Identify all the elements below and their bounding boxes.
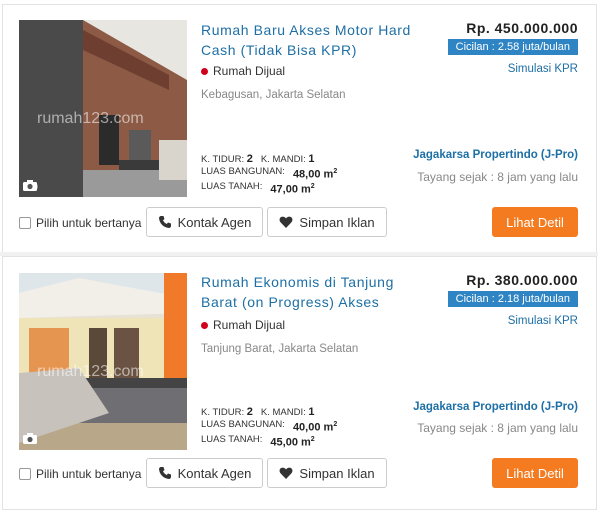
contact-agent-label: Kontak Agen xyxy=(177,214,252,230)
save-listing-label: Simpan Iklan xyxy=(299,214,375,230)
contact-agent-label: Kontak Agen xyxy=(177,465,252,481)
listing-price: Rp. 380.000.000 xyxy=(466,272,578,288)
posted-since: Tayang sejak : 8 jam yang lalu xyxy=(417,170,578,184)
watermark-text: rumah123.com xyxy=(37,110,144,127)
ask-checkbox[interactable]: Pilih untuk bertanya xyxy=(19,467,141,481)
listing-card: rumah123.com 10 Rumah Baru Akses Motor H… xyxy=(2,4,597,253)
posted-since: Tayang sejak : 8 jam yang lalu xyxy=(417,421,578,435)
installment-badge: Cicilan : 2.58 juta/bulan xyxy=(447,39,578,55)
view-detail-button[interactable]: Lihat Detil xyxy=(492,458,578,488)
watermark-text: rumah123.com xyxy=(37,363,144,380)
photo-count: 1 xyxy=(23,433,37,447)
installment-badge: Cicilan : 2.18 juta/bulan xyxy=(447,291,578,307)
save-listing-button[interactable]: Simpan Iklan xyxy=(267,458,387,488)
land-area-spec: LUAS TANAH: 47,00 m2 xyxy=(201,180,315,196)
checkbox-label: Pilih untuk bertanya xyxy=(36,216,142,230)
land-area-spec: LUAS TANAH: 45,00 m2 xyxy=(201,433,315,449)
kpr-simulation-link[interactable]: Simulasi KPR xyxy=(508,315,578,327)
status-badge: Rumah Dijual xyxy=(201,64,285,78)
contact-agent-button[interactable]: Kontak Agen xyxy=(146,207,263,237)
checkbox-label: Pilih untuk bertanya xyxy=(36,467,142,481)
camera-icon xyxy=(23,180,37,191)
listing-card: rumah123.com 1 Rumah Ekonomis di Tanjung… xyxy=(2,256,597,510)
save-listing-button[interactable]: Simpan Iklan xyxy=(267,207,387,237)
house-photo-image xyxy=(19,20,187,197)
phone-icon xyxy=(158,216,171,228)
bathroom-spec: K. MANDI: 1 xyxy=(260,153,315,165)
bathroom-spec: K. MANDI: 1 xyxy=(260,406,315,418)
listing-location: Tanjung Barat, Jakarta Selatan xyxy=(201,343,359,355)
building-area-spec: LUAS BANGUNAN: 48,00 m2 xyxy=(201,166,338,181)
agency-link[interactable]: Jagakarsa Propertindo (J-Pro) xyxy=(413,401,578,413)
status-text: Rumah Dijual xyxy=(213,318,286,332)
listing-photo[interactable]: rumah123.com 1 xyxy=(19,273,187,450)
listing-location: Kebagusan, Jakarta Selatan xyxy=(201,89,346,101)
bedroom-spec: K. TIDUR: 2 xyxy=(201,153,253,165)
view-detail-button[interactable]: Lihat Detil xyxy=(492,207,578,237)
listing-specs: K. TIDUR: 2 K. MANDI: 1 LUAS BANGUNAN: 4… xyxy=(201,153,337,195)
camera-icon xyxy=(23,433,37,444)
checkbox-box[interactable] xyxy=(19,217,31,229)
listing-list: rumah123.com 10 Rumah Baru Akses Motor H… xyxy=(0,0,598,510)
house-photo-image xyxy=(19,273,187,450)
contact-agent-button[interactable]: Kontak Agen xyxy=(146,458,263,488)
listing-price: Rp. 450.000.000 xyxy=(466,20,578,36)
heart-icon xyxy=(279,216,293,228)
listing-specs: K. TIDUR: 2 K. MANDI: 1 LUAS BANGUNAN: 4… xyxy=(201,406,337,448)
listing-title[interactable]: Rumah Ekonomis di Tanjung Barat (on Prog… xyxy=(201,272,411,312)
status-badge: Rumah Dijual xyxy=(201,318,285,332)
phone-icon xyxy=(158,467,171,479)
checkbox-box[interactable] xyxy=(19,468,31,480)
red-dot-icon xyxy=(201,321,208,329)
status-text: Rumah Dijual xyxy=(213,64,286,78)
ask-checkbox[interactable]: Pilih untuk bertanya xyxy=(19,216,141,230)
listing-title[interactable]: Rumah Baru Akses Motor Hard Cash (Tidak … xyxy=(201,20,411,60)
listing-photo[interactable]: rumah123.com 10 xyxy=(19,20,187,197)
bedroom-spec: K. TIDUR: 2 xyxy=(201,406,253,418)
save-listing-label: Simpan Iklan xyxy=(299,465,375,481)
heart-icon xyxy=(279,467,293,479)
kpr-simulation-link[interactable]: Simulasi KPR xyxy=(508,63,578,75)
red-dot-icon xyxy=(201,67,208,75)
building-area-spec: LUAS BANGUNAN: 40,00 m2 xyxy=(201,419,338,434)
photo-count: 10 xyxy=(23,180,38,194)
agency-link[interactable]: Jagakarsa Propertindo (J-Pro) xyxy=(413,149,578,161)
